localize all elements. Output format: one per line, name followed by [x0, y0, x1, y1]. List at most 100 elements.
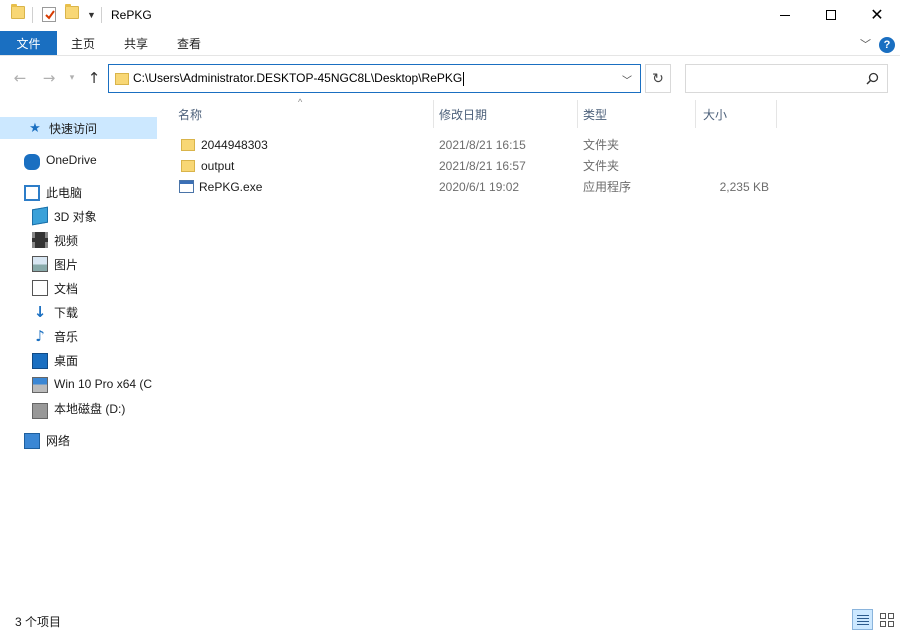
maximize-button[interactable] — [808, 0, 854, 30]
table-row[interactable]: 2044948303 2021/8/21 16:15 文件夹 — [163, 134, 900, 155]
address-bar[interactable]: C:\Users\Administrator.DESKTOP-45NGC8L\D… — [108, 64, 641, 93]
refresh-button[interactable]: ↻ — [645, 64, 671, 93]
customize-toolbar-icon[interactable]: ▼ — [87, 10, 96, 20]
sidebar-item-this-pc[interactable]: 此电脑 — [24, 181, 82, 203]
file-name: output — [201, 158, 235, 173]
file-date: 2021/8/21 16:57 — [439, 158, 526, 173]
item-count: 3 个项目 — [15, 615, 62, 629]
desktop-icon — [32, 353, 48, 369]
large-icons-view-icon[interactable] — [876, 609, 897, 630]
sidebar-item-label: 本地磁盘 (D:) — [54, 401, 126, 416]
table-row[interactable]: RePKG.exe 2020/6/1 19:02 应用程序 2,235 KB — [163, 176, 900, 197]
recent-locations-chevron-icon[interactable]: ▾ — [63, 69, 81, 87]
column-divider[interactable] — [433, 100, 434, 128]
forward-arrow-icon[interactable]: → — [40, 69, 58, 87]
column-divider[interactable] — [577, 100, 578, 128]
tab-file[interactable]: 文件 — [0, 31, 57, 55]
file-size: 2,235 KB — [719, 179, 769, 194]
sidebar-item-desktop[interactable]: 桌面 — [32, 349, 78, 371]
separator — [32, 7, 33, 23]
sidebar-item-label: 快速访问 — [49, 121, 98, 136]
sidebar-item-music[interactable]: ♪ 音乐 — [32, 325, 78, 347]
navigation-pane: ★ 快速访问 OneDrive 此电脑 3D 对象 视频 图片 文档 ↓ 下载 ♪ 音… — [0, 100, 163, 600]
sidebar-item-label: 此电脑 — [46, 185, 83, 200]
sidebar-item-label: 视频 — [54, 233, 79, 248]
sidebar-item-pictures[interactable]: 图片 — [32, 253, 78, 275]
close-icon: ✕ — [870, 5, 884, 24]
sidebar-item-label: 图片 — [54, 257, 79, 272]
column-header-size[interactable]: 大小 — [703, 100, 775, 128]
sidebar-item-label: 网络 — [46, 433, 71, 448]
minimize-button[interactable] — [762, 0, 808, 30]
sidebar-item-onedrive[interactable]: OneDrive — [24, 149, 97, 171]
tab-home[interactable]: 主页 — [71, 31, 95, 55]
document-icon — [32, 280, 48, 296]
folder-icon — [181, 138, 195, 151]
sidebar-item-downloads[interactable]: ↓ 下载 — [32, 301, 78, 323]
ribbon-tabs: 文件 主页 共享 查看 ﹀ — [0, 30, 900, 56]
drive-c-icon — [32, 377, 48, 393]
tab-share[interactable]: 共享 — [124, 31, 148, 55]
properties-icon[interactable] — [42, 7, 56, 22]
file-name-cell: output — [181, 155, 234, 176]
file-type: 文件夹 — [583, 138, 620, 152]
sidebar-item-label: 下载 — [54, 305, 79, 320]
sidebar-item-label: OneDrive — [46, 153, 97, 167]
details-view-icon[interactable] — [852, 609, 873, 630]
file-name-cell: RePKG.exe — [179, 176, 262, 197]
address-input[interactable]: C:\Users\Administrator.DESKTOP-45NGC8L\D… — [133, 71, 465, 86]
sidebar-item-quick-access[interactable]: ★ 快速访问 — [0, 117, 157, 139]
file-size — [703, 134, 769, 155]
folder-icon — [115, 73, 129, 85]
network-icon — [24, 433, 40, 449]
text-caret — [463, 71, 465, 86]
music-icon: ♪ — [35, 327, 45, 345]
file-date: 2020/6/1 19:02 — [439, 179, 520, 194]
file-name: 2044948303 — [201, 137, 268, 152]
star-icon: ★ — [29, 120, 41, 135]
download-icon: ↓ — [33, 303, 47, 321]
up-arrow-icon[interactable]: ↑ — [85, 69, 103, 87]
file-name: RePKG.exe — [199, 179, 263, 194]
separator — [101, 7, 102, 23]
sidebar-item-label: 文档 — [54, 281, 79, 296]
search-icon — [866, 72, 879, 85]
new-folder-icon[interactable] — [65, 4, 79, 19]
minimize-icon — [780, 14, 790, 16]
column-divider[interactable] — [695, 100, 696, 128]
sidebar-item-label: 3D 对象 — [54, 209, 97, 224]
search-input[interactable] — [685, 64, 888, 93]
video-icon — [32, 232, 48, 248]
sidebar-item-videos[interactable]: 视频 — [32, 229, 78, 251]
column-divider[interactable] — [776, 100, 777, 128]
computer-icon — [24, 185, 40, 201]
picture-icon — [32, 256, 48, 272]
address-history-chevron-icon[interactable]: ﹀ — [622, 72, 632, 87]
file-name-cell: 2044948303 — [181, 134, 268, 155]
title-bar: ▼ RePKG ✕ — [0, 0, 900, 30]
help-icon[interactable]: ? — [879, 37, 895, 53]
address-path: C:\Users\Administrator.DESKTOP-45NGC8L\D… — [133, 71, 463, 85]
drive-icon — [32, 402, 48, 419]
back-arrow-icon[interactable]: ← — [11, 69, 29, 87]
status-bar: 3 个项目 — [0, 606, 900, 632]
window-title: RePKG — [111, 8, 152, 22]
column-header-date[interactable]: 修改日期 — [439, 100, 577, 128]
folder-icon — [181, 159, 195, 172]
table-row[interactable]: output 2021/8/21 16:57 文件夹 — [163, 155, 900, 176]
sidebar-item-drive-d[interactable]: 本地磁盘 (D:) — [32, 397, 125, 419]
sidebar-item-label: Win 10 Pro x64 (C — [54, 377, 153, 391]
column-header-type[interactable]: 类型 — [583, 100, 695, 128]
sidebar-item-network[interactable]: 网络 — [24, 429, 70, 451]
sidebar-item-drive-c[interactable]: Win 10 Pro x64 (C — [32, 373, 158, 395]
sidebar-item-documents[interactable]: 文档 — [32, 277, 78, 299]
close-button[interactable]: ✕ — [854, 0, 900, 30]
sidebar-item-3d-objects[interactable]: 3D 对象 — [32, 205, 97, 227]
tab-view[interactable]: 查看 — [177, 31, 201, 55]
expand-ribbon-chevron-icon[interactable]: ﹀ — [860, 36, 871, 52]
refresh-icon: ↻ — [652, 70, 664, 87]
column-header-name[interactable]: 名称 — [178, 100, 433, 128]
folder-icon[interactable] — [11, 4, 25, 19]
cube-icon — [32, 206, 48, 226]
exe-icon — [179, 180, 194, 193]
